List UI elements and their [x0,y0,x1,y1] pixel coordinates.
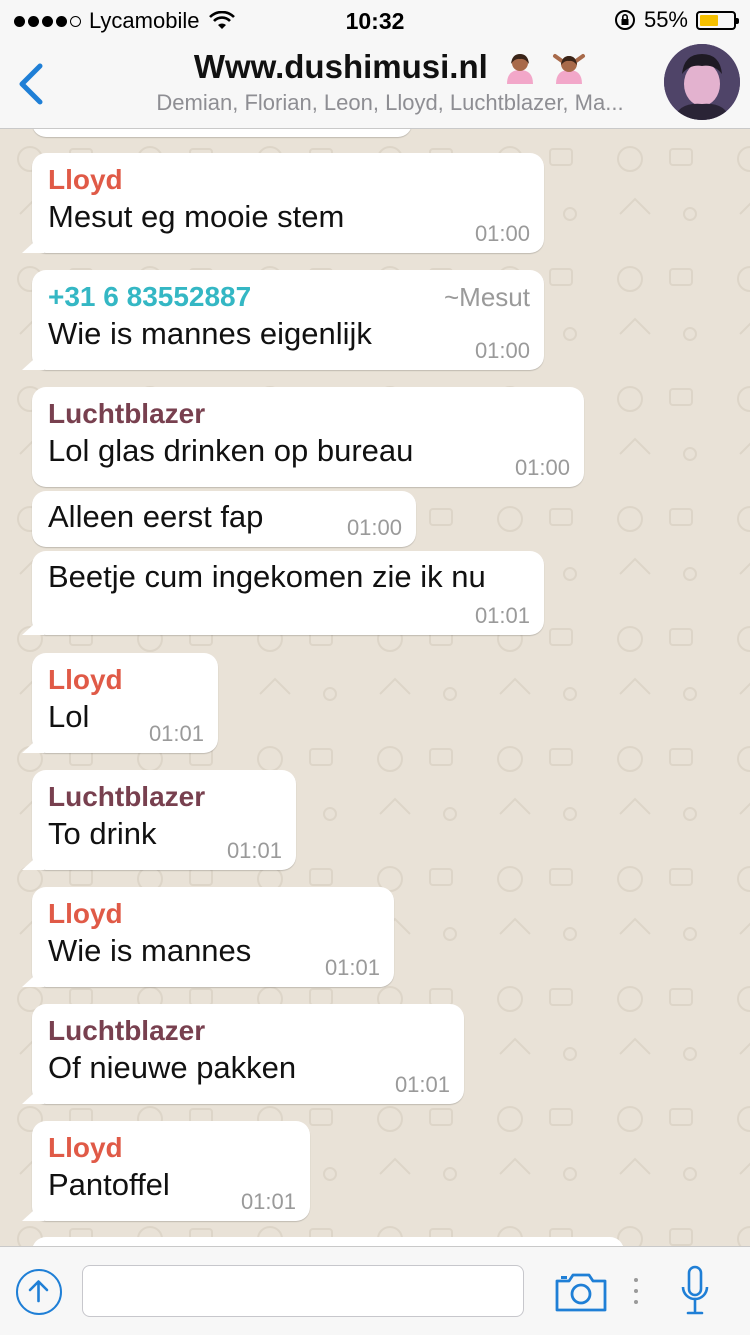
message-bubble[interactable]: Lloyd Wie is mannes 01:01 [32,887,394,987]
battery-level-fill [700,14,718,26]
group-members: Demian, Florian, Leon, Lloyd, Luchtblaze… [156,90,624,116]
message-bubble[interactable]: Lloyd Pantoffel 01:01 [32,1121,310,1221]
message-input[interactable] [82,1265,524,1317]
message-time: 01:01 [148,721,204,746]
message-time: 01:00 [514,455,570,480]
message-sender[interactable]: Luchtblazer [48,1014,448,1048]
message-text: Lol glas drinken op bureau [48,433,414,468]
message-bubble[interactable]: Luchtblazer Of nieuwe pakken 01:01 [32,1004,464,1104]
microphone-icon[interactable] [680,1265,710,1317]
group-title: Www.dushimusi.nl [120,48,660,86]
message-text: Mesut eg mooie stem [48,199,345,234]
message-time: 01:00 [474,221,530,246]
chat-title-area[interactable]: Www.dushimusi.nl Demian, Florian, Leon, … [120,48,660,116]
message-bubble[interactable]: Beetje cum ingekomen zie ik nu 01:01 [32,551,544,635]
message-text: Of nieuwe pakken [48,1050,297,1085]
message-time: 01:01 [226,838,282,863]
rotation-lock-icon [614,10,635,30]
status-right-group: 55% [614,7,739,33]
message-time: 01:01 [324,955,380,980]
attach-button[interactable] [16,1269,62,1315]
message-bubble[interactable]: Luchtblazer To drink 01:01 [32,770,296,870]
camera-icon[interactable] [554,1271,608,1313]
next-message-bubble[interactable] [32,1237,624,1246]
status-bar: Lycamobile 10:32 55% [0,0,750,40]
message-bubble[interactable]: Lloyd Lol 01:01 [32,653,218,753]
chat-header: Www.dushimusi.nl Demian, Florian, Leon, … [0,40,750,129]
message-sender[interactable]: Lloyd [48,897,378,931]
arrow-up-icon [28,1280,49,1303]
message-sender[interactable]: Lloyd [48,1131,294,1165]
message-bubble[interactable]: Alleen eerst fap 01:00 [32,491,416,547]
group-avatar[interactable] [664,44,740,120]
message-time: 01:01 [240,1189,296,1214]
message-time: 01:00 [474,338,530,363]
message-sender[interactable]: Luchtblazer [48,780,280,814]
message-sender[interactable]: Lloyd [48,163,528,197]
woman-gesturing-ok-emoji-icon [506,54,533,85]
message-time: 01:01 [394,1072,450,1097]
battery-icon [696,10,739,30]
message-text: Wie is mannes eigenlijk [48,316,372,351]
woman-gesturing-no-emoji-icon [553,54,586,85]
input-bar [0,1246,750,1335]
previous-message-bubble[interactable] [32,129,412,137]
message-text: Beetje cum ingekomen zie ik nu [48,559,486,594]
message-list[interactable]: Lloyd Mesut eg mooie stem 01:00 +31 6 83… [0,129,750,1246]
message-sender[interactable]: Lloyd [48,663,202,697]
message-bubble[interactable]: Luchtblazer Lol glas drinken op bureau 0… [32,387,584,487]
message-bubble[interactable]: Lloyd Mesut eg mooie stem 01:00 [32,153,544,253]
group-title-text: Www.dushimusi.nl [193,48,488,85]
message-time: 01:01 [474,603,530,628]
message-time: 01:00 [346,515,402,540]
sender-alias: ~Mesut [444,282,530,312]
avatar-face-icon [664,44,740,120]
message-bubble[interactable]: +31 6 83552887 ~Mesut Wie is mannes eige… [32,270,544,370]
more-options-icon[interactable] [634,1277,638,1305]
battery-percent: 55% [643,7,688,32]
back-chevron-icon[interactable] [14,60,48,108]
message-sender[interactable]: Luchtblazer [48,397,568,431]
